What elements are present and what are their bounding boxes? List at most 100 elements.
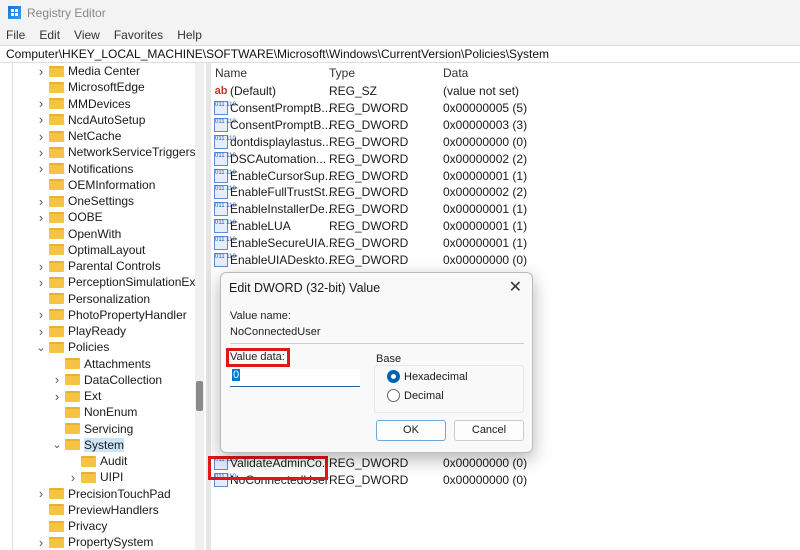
tree-item-label: PhotoPropertyHandler <box>68 307 187 322</box>
decimal-radio[interactable]: Decimal <box>387 389 444 402</box>
close-icon[interactable]: ✕ <box>509 277 522 297</box>
cell-data: 0x00000000 (0) <box>443 134 528 149</box>
tree-item[interactable]: › Notifications <box>36 161 134 177</box>
chevron-down-icon[interactable]: ⌄ <box>52 438 62 451</box>
chevron-right-icon[interactable]: › <box>36 259 46 274</box>
menu-edit[interactable]: Edit <box>39 28 60 42</box>
tree-item[interactable]: Attachments <box>52 356 151 372</box>
cell-type: REG_SZ <box>329 84 378 98</box>
tree-item-label: OneSettings <box>68 194 135 208</box>
column-header-data[interactable]: Data <box>443 66 468 82</box>
list-row[interactable]: 011 110 ConsentPromptB... REG_DWORD 0x00000… <box>211 100 800 117</box>
folder-icon <box>49 260 64 272</box>
tree-item[interactable]: Audit <box>68 453 127 469</box>
folder-icon <box>49 228 64 239</box>
tree-scrollbar[interactable] <box>195 63 204 550</box>
tree-item-label: DataCollection <box>84 372 163 387</box>
tree-item[interactable]: › PerceptionSimulationExt <box>36 274 199 290</box>
tree-item[interactable]: OpenWith <box>36 226 121 242</box>
chevron-down-icon[interactable]: ⌄ <box>36 341 46 354</box>
chevron-right-icon[interactable]: › <box>36 112 46 127</box>
tree-item[interactable]: ⌄ System <box>52 437 125 453</box>
value-data-input[interactable]: 0 <box>230 369 360 387</box>
tree-item[interactable]: › NetworkServiceTriggers <box>36 144 196 160</box>
chevron-right-icon[interactable]: › <box>36 210 46 225</box>
tree-item[interactable]: › UIPI <box>68 469 124 485</box>
cancel-button[interactable]: Cancel <box>454 420 524 441</box>
tree-item-label: MMDevices <box>68 96 131 111</box>
chevron-right-icon[interactable]: › <box>36 486 46 501</box>
column-header-type[interactable]: Type <box>329 66 355 82</box>
chevron-right-icon[interactable]: › <box>36 129 46 144</box>
tree-item[interactable]: › PropertySystem <box>36 534 154 550</box>
tree-item[interactable]: NonEnum <box>52 404 137 420</box>
list-row[interactable]: 011 110 dontdisplaylastus... REG_DWORD 0x00… <box>211 134 800 151</box>
list-row[interactable]: 011 110 ConsentPromptB... REG_DWORD 0x00000… <box>211 117 800 134</box>
list-row[interactable]: 011 110 EnableInstallerDe... REG_DWORD 0x00… <box>211 201 800 218</box>
hexadecimal-radio[interactable]: Hexadecimal <box>387 370 468 383</box>
cell-data: 0x00000001 (1) <box>443 236 528 251</box>
chevron-right-icon[interactable]: › <box>36 96 46 111</box>
cell-name: EnableFullTrustSt... <box>230 185 335 200</box>
menu-help[interactable]: Help <box>177 28 202 42</box>
tree-item[interactable]: MicrosoftEdge <box>36 79 145 95</box>
tree-item-label: PreviewHandlers <box>68 502 159 517</box>
tree-item[interactable]: OptimalLayout <box>36 242 145 258</box>
tree-item[interactable]: Privacy <box>36 518 107 534</box>
list-row[interactable]: 011 110 EnableLUA REG_DWORD 0x00000001 (1) <box>211 218 800 235</box>
address-bar[interactable]: Computer\HKEY_LOCAL_MACHINE\SOFTWARE\Mic… <box>0 45 800 63</box>
tree-item[interactable]: ⌄ Policies <box>36 339 109 355</box>
chevron-right-icon[interactable]: › <box>52 389 62 404</box>
tree-item[interactable]: › NetCache <box>36 128 122 144</box>
cell-data: 0x00000001 (1) <box>443 202 528 217</box>
column-header-name[interactable]: Name <box>215 66 247 82</box>
chevron-right-icon[interactable]: › <box>36 307 46 322</box>
tree-item[interactable]: › Ext <box>52 388 102 404</box>
chevron-right-icon[interactable]: › <box>36 535 46 550</box>
chevron-right-icon[interactable]: › <box>36 194 46 209</box>
list-row[interactable]: 011 110 DSCAutomation... REG_DWORD 0x000000… <box>211 151 800 168</box>
chevron-right-icon[interactable]: › <box>52 372 62 387</box>
cell-type: REG_DWORD <box>329 219 409 234</box>
scrollbar-thumb[interactable] <box>196 381 203 411</box>
menu-favorites[interactable]: Favorites <box>114 28 163 42</box>
tree-item[interactable]: › OneSettings <box>36 193 134 209</box>
folder-icon <box>49 114 64 126</box>
tree-item[interactable]: › Parental Controls <box>36 258 161 274</box>
value-name-label: Value name: <box>230 310 291 322</box>
tree-item[interactable]: Personalization <box>36 291 150 307</box>
cell-data: 0x00000000 (0) <box>443 455 528 470</box>
cell-type: REG_DWORD <box>329 100 409 115</box>
tree-item[interactable]: › OOBE <box>36 209 103 225</box>
menu-view[interactable]: View <box>74 28 100 42</box>
tree-item[interactable]: OEMInformation <box>36 177 155 193</box>
chevron-right-icon[interactable]: › <box>36 145 46 160</box>
chevron-right-icon[interactable]: › <box>36 275 46 290</box>
list-row[interactable]: 011 110 EnableFullTrustSt... REG_DWORD 0x00… <box>211 184 800 201</box>
cell-type: REG_DWORD <box>329 151 409 166</box>
tree-item[interactable]: › DataCollection <box>52 372 162 388</box>
list-row[interactable]: 011 110 EnableCursorSup... REG_DWORD 0x0000… <box>211 168 800 185</box>
menu-file[interactable]: File <box>6 28 25 42</box>
tree-item[interactable]: › PrecisionTouchPad <box>36 486 171 502</box>
tree-item[interactable]: › MMDevices <box>36 96 131 112</box>
tree-item-label: PlayReady <box>68 324 127 338</box>
list-row[interactable]: ab (Default) REG_SZ (value not set) <box>211 83 800 100</box>
chevron-right-icon[interactable]: › <box>36 64 46 79</box>
tree-item[interactable]: › PhotoPropertyHandler <box>36 307 187 323</box>
registry-editor-icon <box>8 6 21 19</box>
ok-button[interactable]: OK <box>376 420 446 441</box>
chevron-right-icon[interactable]: › <box>36 161 46 176</box>
list-row[interactable]: 011 110 EnableSecureUIA... REG_DWORD 0x0000… <box>211 235 800 252</box>
tree-item-label: Servicing <box>84 421 134 436</box>
chevron-right-icon[interactable]: › <box>68 470 78 485</box>
folder-icon <box>81 471 96 483</box>
list-row[interactable]: 011 110 EnableUIADeskto... REG_DWORD 0x0000… <box>211 252 800 269</box>
folder-icon <box>49 244 64 256</box>
tree-item[interactable]: PreviewHandlers <box>36 502 159 518</box>
tree-item[interactable]: › PlayReady <box>36 323 126 339</box>
tree-item[interactable]: › NcdAutoSetup <box>36 112 146 128</box>
tree-item[interactable]: › Media Center <box>36 63 140 79</box>
tree-item[interactable]: Servicing <box>52 421 133 437</box>
chevron-right-icon[interactable]: › <box>36 324 46 339</box>
